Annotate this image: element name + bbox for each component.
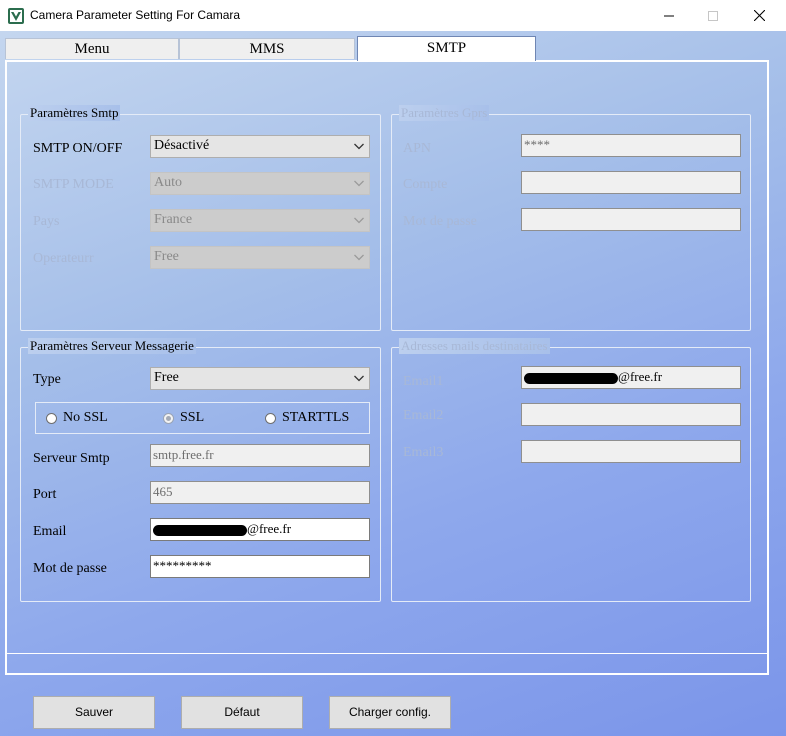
server-type-value: Free	[154, 370, 179, 385]
mail-server-legend: Paramètres Serveur Messagerie	[28, 338, 196, 354]
email1-label: Email1	[403, 374, 444, 389]
chevron-down-icon	[354, 180, 364, 187]
operator-select[interactable]: Free	[150, 246, 370, 269]
email1-value: @free.fr	[618, 369, 663, 384]
radio-ssl-label: SSL	[180, 410, 205, 425]
type-label: Type	[33, 372, 61, 387]
smtp-mode-label: SMTP MODE	[33, 177, 114, 192]
gprs-password-label: Mot de passe	[403, 214, 477, 229]
radio-starttls-label: STARTTLS	[282, 410, 350, 425]
email1-field[interactable]: @free.fr	[521, 366, 741, 389]
smtp-params-legend: Paramètres Smtp	[28, 105, 121, 121]
smtp-mode-value: Auto	[154, 175, 182, 190]
save-button[interactable]: Sauver	[33, 696, 155, 729]
smtp-on-off-value: Désactivé	[154, 138, 210, 153]
maximize-button[interactable]	[690, 0, 736, 31]
operator-value: Free	[154, 249, 179, 264]
radio-no-ssl-label: No SSL	[63, 410, 108, 425]
email-label: Email	[33, 524, 67, 539]
tab-smtp[interactable]: SMTP	[357, 36, 536, 61]
radio-no-ssl[interactable]: No SSL	[46, 410, 108, 426]
status-strip	[5, 653, 769, 675]
account-field[interactable]	[521, 171, 741, 194]
port-field[interactable]: 465	[150, 481, 370, 504]
chevron-down-icon	[354, 254, 364, 261]
smtp-server-label: Serveur Smtp	[33, 451, 110, 466]
radio-ssl[interactable]: SSL	[163, 410, 204, 426]
tab-page-smtp: Paramètres Smtp SMTP ON/OFF Désactivé SM…	[5, 60, 769, 675]
email-value: @free.fr	[247, 521, 292, 536]
window-title: Camera Parameter Setting For Camara	[30, 8, 241, 22]
recipients-legend: Adresses mails destinataires	[399, 338, 550, 354]
tab-menu[interactable]: Menu	[5, 38, 179, 59]
radio-checked-icon	[163, 412, 174, 424]
operator-label: Operateurr	[33, 251, 94, 266]
smtp-server-field[interactable]: smtp.free.fr	[150, 444, 370, 467]
apn-label: APN	[403, 141, 432, 156]
ssl-option-group: No SSL SSL STARTTLS	[35, 402, 370, 434]
redacted-mark	[153, 524, 247, 536]
close-button[interactable]	[736, 0, 782, 31]
mail-password-label: Mot de passe	[33, 561, 107, 576]
apn-field[interactable]: ****	[521, 134, 741, 157]
email2-field[interactable]	[521, 403, 741, 426]
load-config-button[interactable]: Charger config.	[329, 696, 451, 729]
maximize-icon	[708, 10, 718, 21]
smtp-mode-select[interactable]: Auto	[150, 172, 370, 195]
smtp-params-group: Paramètres Smtp SMTP ON/OFF Désactivé SM…	[20, 105, 381, 331]
port-label: Port	[33, 487, 57, 502]
tab-mms[interactable]: MMS	[179, 38, 355, 59]
gprs-password-field[interactable]	[521, 208, 741, 231]
minimize-icon	[664, 15, 674, 16]
app-icon	[8, 8, 24, 24]
recipients-group: Adresses mails destinataires Email1 @fre…	[391, 338, 751, 602]
radio-starttls[interactable]: STARTTLS	[265, 410, 349, 426]
chevron-down-icon	[354, 217, 364, 224]
smtp-on-off-label: SMTP ON/OFF	[33, 141, 123, 156]
country-label: Pays	[33, 214, 60, 229]
email3-field[interactable]	[521, 440, 741, 463]
smtp-on-off-select[interactable]: Désactivé	[150, 135, 370, 158]
country-select[interactable]: France	[150, 209, 370, 232]
radio-unchecked-icon	[265, 412, 276, 424]
chevron-down-icon	[354, 143, 364, 150]
server-type-select[interactable]: Free	[150, 367, 370, 390]
minimize-button[interactable]	[646, 0, 692, 31]
title-bar: Camera Parameter Setting For Camara	[0, 0, 786, 31]
redacted-mark	[524, 372, 618, 384]
account-label: Compte	[403, 177, 448, 192]
gprs-params-legend: Paramètres Gprs	[399, 105, 490, 121]
email2-label: Email2	[403, 408, 444, 423]
mail-server-group: Paramètres Serveur Messagerie Type Free …	[20, 338, 381, 602]
country-value: France	[154, 212, 193, 227]
default-button[interactable]: Défaut	[181, 696, 303, 729]
mail-password-field[interactable]: *********	[150, 555, 370, 578]
radio-unchecked-icon	[46, 412, 57, 424]
gprs-params-group: Paramètres Gprs APN **** Compte Mot de p…	[391, 105, 751, 331]
chevron-down-icon	[354, 375, 364, 382]
email-field[interactable]: @free.fr	[150, 518, 370, 541]
email3-label: Email3	[403, 445, 444, 460]
window-client: Menu MMS SMTP Paramètres Smtp SMTP ON/OF…	[0, 31, 786, 736]
close-icon	[753, 10, 765, 21]
